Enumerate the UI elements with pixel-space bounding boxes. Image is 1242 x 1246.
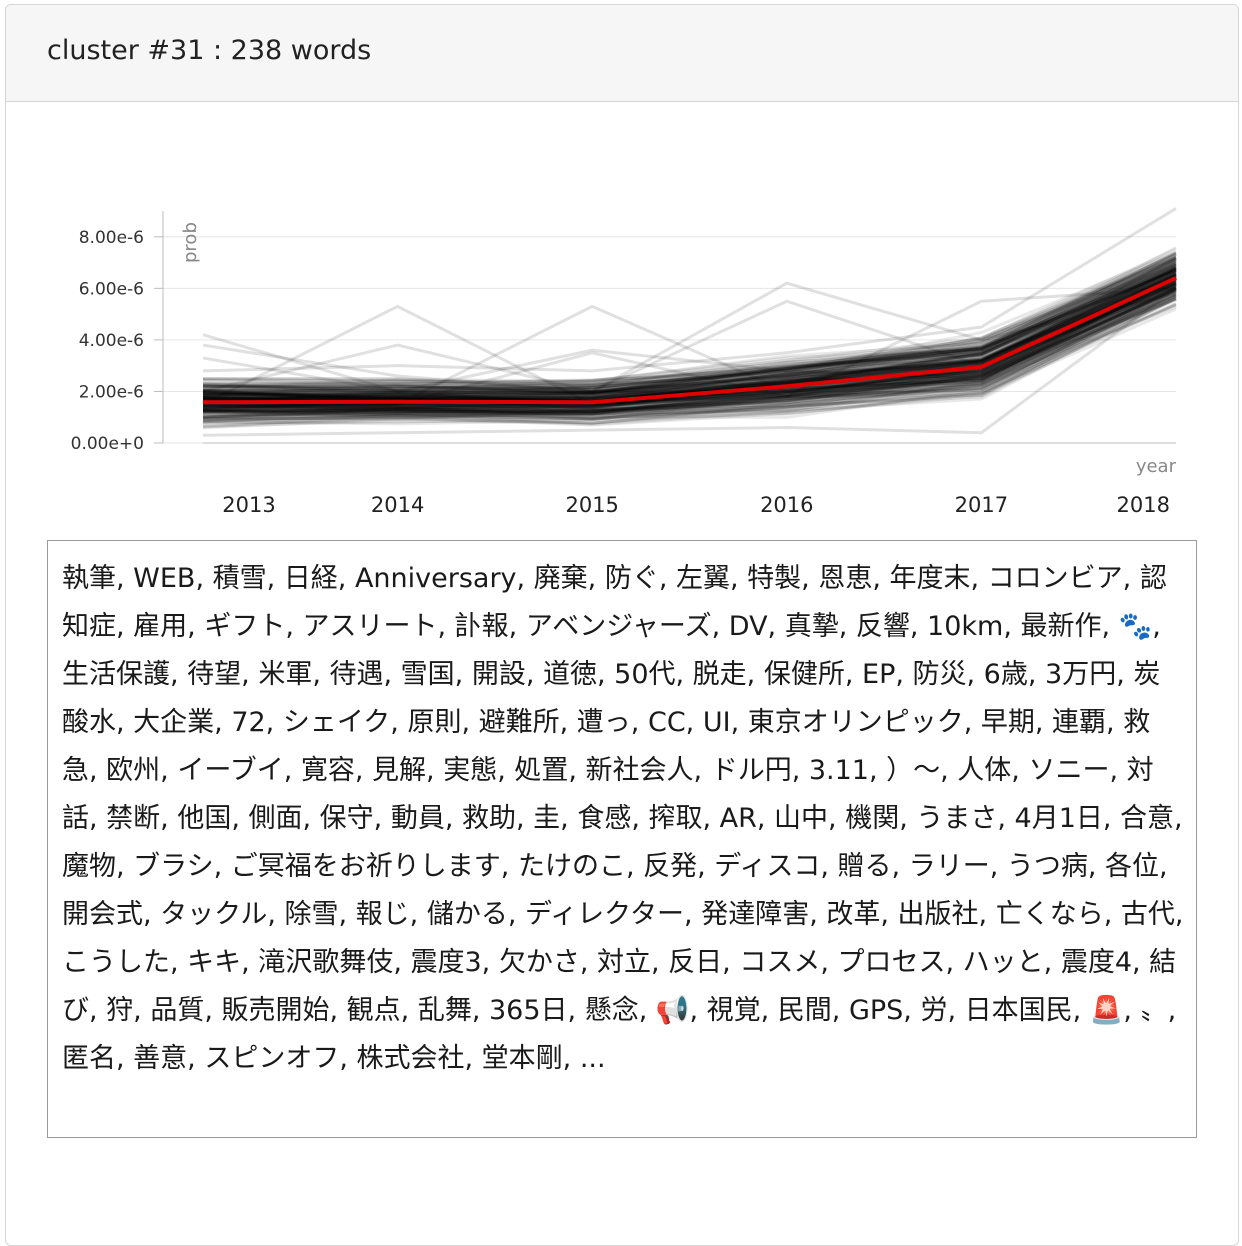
y-tick-label: 2.00e-6 — [79, 382, 144, 402]
probability-line-chart: 0.00e+0 2.00e-6 4.00e-6 6.00e-6 8.00e-6 prob y… — [71, 207, 1177, 517]
cluster-card: cluster #31 : 238 words 0.00e+0 2.00e-6 4.… — [5, 4, 1239, 1246]
y-tick-label: 0.00e+0 — [71, 434, 144, 454]
x-axis-title: year — [1136, 456, 1177, 477]
y-tick-label: 6.00e-6 — [79, 279, 144, 299]
word-list-text: 執筆, WEB, 積雪, 日経, Anniversary, 廃棄, 防ぐ, 左翼… — [62, 563, 1184, 1074]
y-axis-title: prob — [180, 222, 201, 263]
x-tick-label-2016: 2016 — [760, 493, 813, 517]
x-tick-label-2017: 2017 — [955, 493, 1008, 517]
card-header: cluster #31 : 238 words — [6, 5, 1238, 102]
x-tick-label-2013: 2013 — [222, 493, 275, 517]
word-list-box[interactable]: 執筆, WEB, 積雪, 日経, Anniversary, 廃棄, 防ぐ, 左翼… — [47, 540, 1197, 1138]
x-tick-label-2014: 2014 — [371, 493, 424, 517]
y-tick-label: 8.00e-6 — [79, 228, 144, 248]
x-tick-label-2015: 2015 — [565, 493, 618, 517]
y-tick-label: 4.00e-6 — [79, 331, 144, 351]
card-title: cluster #31 : 238 words — [47, 35, 372, 66]
x-tick-label-2018: 2018 — [1117, 493, 1170, 517]
